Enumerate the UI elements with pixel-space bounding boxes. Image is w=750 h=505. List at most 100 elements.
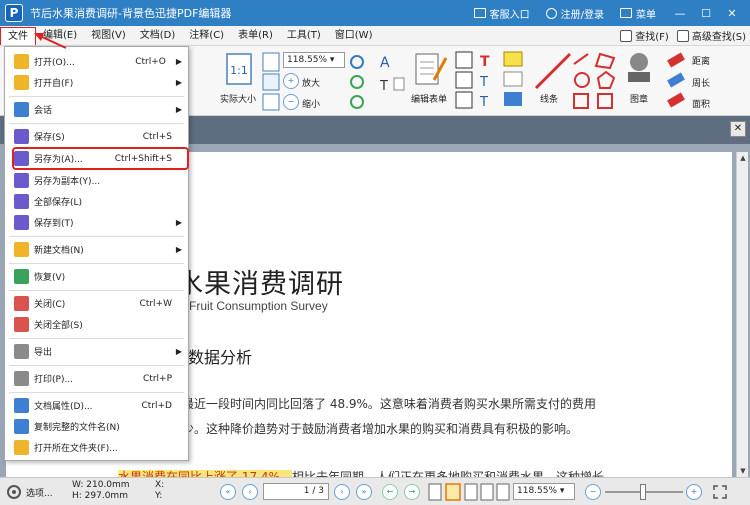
measure-icons[interactable] [664, 50, 690, 112]
zoom-in-icon[interactable]: + [283, 73, 299, 89]
copy-filename-icon [14, 419, 29, 434]
svg-text:A: A [380, 55, 390, 71]
zoom-slider-handle[interactable] [640, 484, 646, 500]
menu-document[interactable]: 文档(D) [133, 27, 183, 45]
page-fit-icons[interactable] [262, 52, 280, 112]
menu-item-close-all[interactable]: 关闭全部(S) [5, 314, 188, 335]
fullscreen-icon[interactable] [712, 484, 728, 500]
service-button[interactable]: 客服入口 [473, 6, 530, 21]
actual-size-icon[interactable]: 1:1 [224, 52, 254, 86]
last-page-icon[interactable]: » [356, 484, 372, 500]
zoom-out-label: 缩小 [302, 100, 321, 110]
minimize-button[interactable]: — [672, 7, 688, 20]
area-label: 面积 [692, 100, 711, 110]
document-properties-icon [14, 398, 29, 413]
status-bar: 选项... W: 210.0mm H: 297.0mm X: Y: « ‹ 1 … [0, 477, 750, 505]
form-field-icons[interactable]: T T T [454, 50, 526, 112]
page-number-input[interactable]: 1 / 3 [263, 483, 329, 500]
close-tab-icon[interactable]: ✕ [730, 121, 746, 137]
doc-subtitle: Fruit Consumption Survey [189, 299, 328, 313]
page-height: H: 297.0mm [72, 491, 128, 501]
advanced-find-button[interactable]: 高级查找(S) [676, 28, 746, 43]
doc-heading: 数据分析 [188, 348, 253, 367]
session-icon [14, 102, 29, 117]
stamp-icon[interactable] [622, 50, 656, 90]
menu-item-session[interactable]: 会话 ▶ [5, 99, 188, 120]
menu-item-save-all[interactable]: 全部保存(L) [5, 191, 188, 212]
svg-text:T: T [479, 95, 488, 110]
title-bar: P 节后水果消费调研-背景色迅捷PDF编辑器 客服入口 注册/登录 菜单 — ☐… [0, 0, 750, 26]
menu-button[interactable]: 菜单 [620, 6, 656, 21]
menu-item-save-to[interactable]: 保存到(T) ▶ [5, 212, 188, 233]
menu-window[interactable]: 窗口(W) [328, 27, 380, 45]
menu-separator [9, 338, 184, 339]
rotate-icons[interactable] [347, 52, 367, 112]
revert-icon [14, 269, 29, 284]
folder-icon [14, 75, 29, 90]
gear-icon[interactable] [6, 484, 22, 500]
prev-page-icon[interactable]: ‹ [242, 484, 258, 500]
annotation-arrow-icon [34, 33, 67, 49]
svg-text:T: T [480, 54, 490, 70]
submenu-arrow-icon: ▶ [175, 245, 182, 254]
svg-text:T: T [479, 75, 488, 90]
menu-item-save[interactable]: 保存(S) Ctrl+S [5, 126, 188, 147]
user-icon [545, 7, 557, 19]
hamburger-icon [620, 8, 632, 18]
menu-separator [9, 365, 184, 366]
find-button[interactable]: 查找(F) [620, 28, 669, 43]
login-button[interactable]: 注册/登录 [545, 6, 604, 21]
text-tools-icons[interactable]: A T [376, 52, 408, 112]
menu-item-close[interactable]: 关闭(C) Ctrl+W [5, 293, 188, 314]
scroll-down-icon[interactable]: ▼ [737, 465, 749, 477]
menu-comment[interactable]: 注释(C) [182, 27, 231, 45]
export-icon [14, 344, 29, 359]
close-all-icon [14, 317, 29, 332]
menu-item-print[interactable]: 打印(P)... Ctrl+P [5, 368, 188, 389]
zoom-in-status-icon[interactable]: + [686, 484, 702, 500]
edit-form-label: 编辑表单 [411, 95, 448, 105]
svg-text:T: T [379, 79, 388, 94]
shape-tools-icons[interactable] [570, 50, 618, 112]
chat-icon [473, 8, 486, 18]
window-title: 节后水果消费调研-背景色迅捷PDF编辑器 [30, 7, 232, 20]
page-width: W: 210.0mm [72, 480, 130, 490]
menu-separator [9, 392, 184, 393]
next-page-icon[interactable]: › [334, 484, 350, 500]
zoom-out-icon[interactable]: − [283, 94, 299, 110]
menu-item-revert[interactable]: 恢复(V) [5, 266, 188, 287]
menu-item-open[interactable]: 打开(O)... Ctrl+O ▶ [5, 51, 188, 72]
back-icon[interactable]: ← [382, 484, 398, 500]
menu-bar: 文件 编辑(E) 视图(V) 文档(D) 注释(C) 表单(R) 工具(T) 窗… [0, 26, 750, 46]
zoom-out-status-icon[interactable]: − [585, 484, 601, 500]
menu-item-open-folder[interactable]: 打开所在文件夹(F)... [5, 437, 188, 458]
menu-item-save-copy[interactable]: 另存为副本(Y)... [5, 170, 188, 191]
first-page-icon[interactable]: « [220, 484, 236, 500]
perimeter-label: 周长 [692, 79, 711, 89]
menu-tools[interactable]: 工具(T) [280, 27, 328, 45]
edit-form-icon[interactable] [412, 50, 448, 90]
scroll-up-icon[interactable]: ▲ [737, 152, 749, 164]
doc-paragraph-line: 最近一段时间内同比回落了 48.9%。这意味着消费者购买水果所需支付的费用 [182, 397, 596, 411]
menu-item-properties[interactable]: 文档属性(D)... Ctrl+D [5, 395, 188, 416]
doc-title: 水果消费调研 [176, 269, 344, 300]
menu-item-new-document[interactable]: 新建文档(N) ▶ [5, 239, 188, 260]
status-zoom-select[interactable]: 118.55% ▾ [513, 483, 575, 500]
menu-item-open-from[interactable]: 打开自(F) ▶ [5, 72, 188, 93]
options-button[interactable]: 选项... [26, 486, 53, 499]
menu-form[interactable]: 表单(R) [231, 27, 280, 45]
cursor-x: X: [155, 480, 165, 490]
close-button[interactable]: ✕ [724, 7, 740, 20]
line-tool-label: 线条 [540, 95, 559, 105]
menu-item-export[interactable]: 导出 ▶ [5, 341, 188, 362]
menu-item-copy-filename[interactable]: 复制完整的文件名(N) [5, 416, 188, 437]
menu-view[interactable]: 视图(V) [84, 27, 133, 45]
save-copy-icon [14, 173, 29, 188]
ribbon-zoom-select[interactable]: 118.55% ▾ [283, 52, 345, 68]
vertical-scrollbar[interactable]: ▲ ▼ [736, 152, 748, 477]
menu-separator [9, 263, 184, 264]
forward-icon[interactable]: → [404, 484, 420, 500]
stamp-label: 图章 [630, 95, 649, 105]
page-layout-icons[interactable] [428, 483, 510, 501]
maximize-button[interactable]: ☐ [698, 7, 714, 20]
